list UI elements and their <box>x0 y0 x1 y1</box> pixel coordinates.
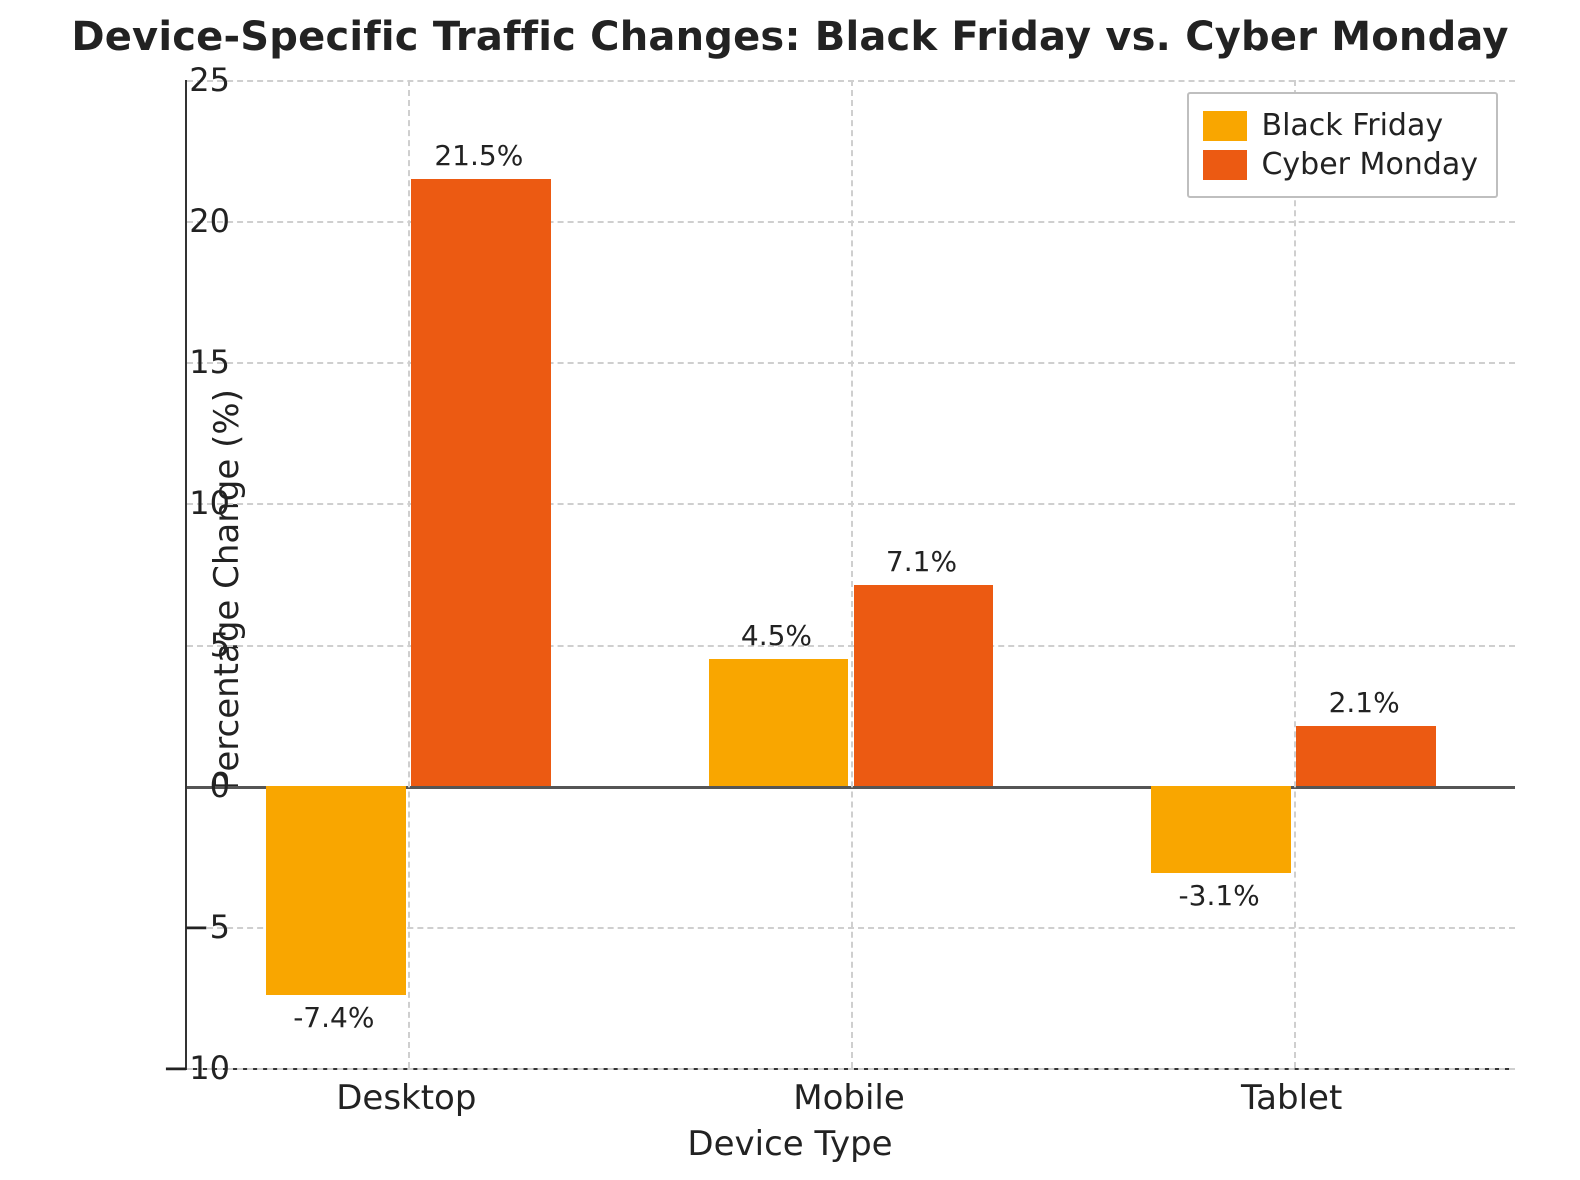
legend-item: Black Friday <box>1203 106 1478 145</box>
y-tick-label: 25 <box>80 61 230 99</box>
y-tick-label: 5 <box>80 626 230 664</box>
gridline-v <box>408 80 410 1068</box>
x-tick-label: Mobile <box>699 1078 999 1118</box>
bar-black-friday-tablet <box>1151 786 1290 874</box>
y-tick-label: 0 <box>80 767 230 805</box>
legend-label: Black Friday <box>1261 108 1443 143</box>
y-tick-label: 20 <box>80 202 230 240</box>
bar-cyber-monday-mobile <box>854 585 993 785</box>
bar-cyber-monday-tablet <box>1296 726 1435 785</box>
bar-value-label: -3.1% <box>1119 879 1319 912</box>
gridline-v <box>1294 80 1296 1068</box>
chart-title: Device-Specific Traffic Changes: Black F… <box>0 14 1580 60</box>
gridline-h <box>187 1068 1515 1070</box>
legend: Black Friday Cyber Monday <box>1187 92 1498 198</box>
bar-value-label: 21.5% <box>379 139 579 172</box>
x-axis-label: Device Type <box>0 1124 1580 1164</box>
legend-swatch <box>1203 150 1247 180</box>
y-tick-label: −5 <box>80 908 230 946</box>
y-tick-label: 15 <box>80 343 230 381</box>
x-tick-label: Desktop <box>256 1078 556 1118</box>
chart-container: Device-Specific Traffic Changes: Black F… <box>0 0 1580 1180</box>
legend-label: Cyber Monday <box>1261 147 1478 182</box>
bar-value-label: 4.5% <box>676 619 876 652</box>
bar-value-label: -7.4% <box>234 1001 434 1034</box>
legend-swatch <box>1203 111 1247 141</box>
y-tick-label: 10 <box>80 484 230 522</box>
x-tick-label: Tablet <box>1142 1078 1442 1118</box>
legend-item: Cyber Monday <box>1203 145 1478 184</box>
y-tick-label: −10 <box>80 1049 230 1087</box>
bar-value-label: 2.1% <box>1264 686 1464 719</box>
bar-black-friday-desktop <box>266 786 405 995</box>
bar-black-friday-mobile <box>709 659 848 786</box>
bar-cyber-monday-desktop <box>411 179 550 786</box>
bar-value-label: 7.1% <box>822 545 1022 578</box>
